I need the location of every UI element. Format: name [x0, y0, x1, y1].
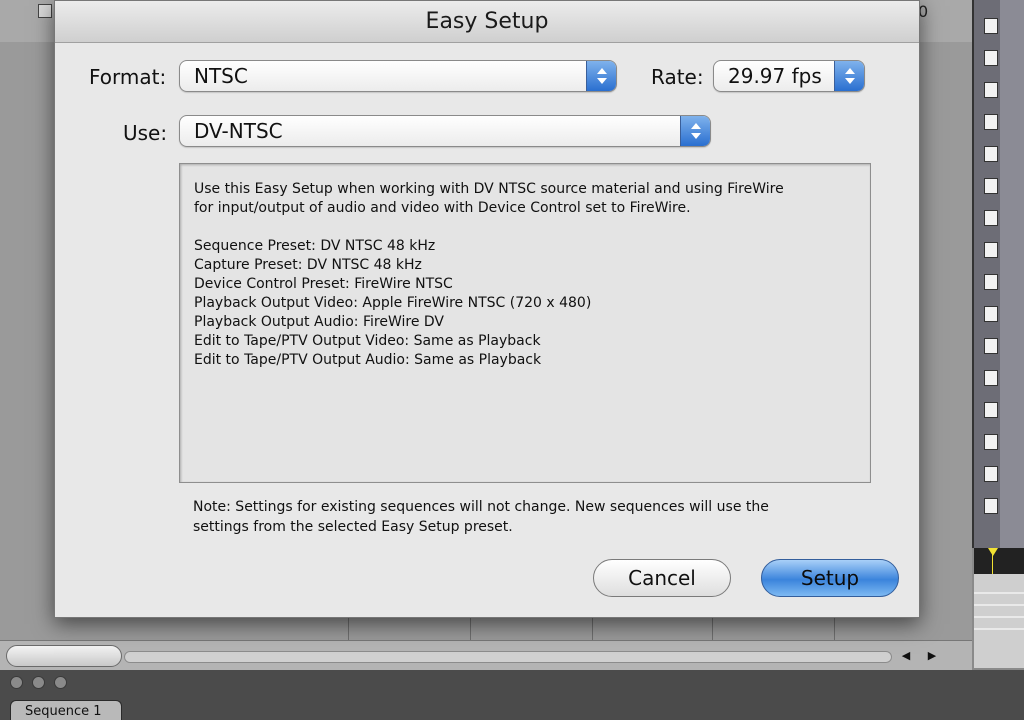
preset-line: Playback Output Audio: FireWire DV [194, 314, 444, 330]
use-value: DV-NTSC [194, 119, 283, 143]
use-popup[interactable]: DV-NTSC [179, 115, 711, 147]
playhead-icon[interactable] [988, 548, 998, 556]
easy-setup-dialog: Easy Setup Format: NTSC Rate: 29.97 fps … [54, 0, 920, 618]
film-perforation-icon [984, 114, 998, 130]
preset-line: Capture Preset: DV NTSC 48 kHz [194, 257, 422, 273]
use-label: Use: [123, 121, 168, 145]
playhead-ruler[interactable] [974, 548, 1024, 574]
close-window-icon[interactable] [10, 676, 23, 689]
zoom-window-icon[interactable] [54, 676, 67, 689]
format-value: NTSC [194, 64, 248, 88]
setup-button[interactable]: Setup [761, 559, 899, 597]
rate-popup[interactable]: 29.97 fps [713, 60, 865, 92]
format-popup[interactable]: NTSC [179, 60, 617, 92]
film-perforation-icon [984, 18, 998, 34]
description-line: Use this Easy Setup when working with DV… [194, 181, 784, 197]
preset-description-box: Use this Easy Setup when working with DV… [179, 163, 871, 483]
waveform-line [974, 592, 1024, 594]
film-perforation-icon [984, 178, 998, 194]
film-perforation-icon [984, 82, 998, 98]
waveform-line [974, 628, 1024, 630]
minimize-window-icon[interactable] [32, 676, 45, 689]
tab-sequence-1[interactable]: Sequence 1 [10, 700, 122, 720]
dialog-title: Easy Setup [425, 9, 549, 34]
bottom-panel: Sequence 1 [0, 670, 1024, 720]
cancel-button[interactable]: Cancel [593, 559, 731, 597]
film-perforation-icon [984, 434, 998, 450]
preset-line: Device Control Preset: FireWire NTSC [194, 276, 453, 292]
audio-meter-panel [974, 548, 1024, 668]
playhead-line [992, 554, 993, 574]
film-perforation-icon [984, 274, 998, 290]
dialog-titlebar[interactable]: Easy Setup [55, 1, 919, 43]
film-perforation-icon [984, 402, 998, 418]
settings-note: Note: Settings for existing sequences wi… [193, 497, 833, 537]
preset-line: Edit to Tape/PTV Output Video: Same as P… [194, 333, 541, 349]
waveform-line [974, 604, 1024, 606]
film-perforation-icon [984, 466, 998, 482]
rate-value: 29.97 fps [728, 64, 822, 88]
updown-arrows-icon[interactable] [680, 116, 710, 146]
film-perforation-icon [984, 50, 998, 66]
film-perforation-icon [984, 370, 998, 386]
description-line: for input/output of audio and video with… [194, 200, 691, 216]
dialog-body: Format: NTSC Rate: 29.97 fps Use: DV-NTS… [55, 43, 919, 617]
film-perforation-icon [984, 210, 998, 226]
film-perforation-icon [984, 242, 998, 258]
rate-label: Rate: [651, 65, 704, 89]
waveform-line [974, 616, 1024, 618]
filmstrip-edge [1000, 0, 1024, 548]
scroll-thumb[interactable] [6, 645, 122, 667]
preset-line: Sequence Preset: DV NTSC 48 kHz [194, 238, 436, 254]
format-label: Format: [89, 65, 167, 89]
film-perforation-icon [984, 338, 998, 354]
film-perforation-icon [984, 498, 998, 514]
timeline-scrollbar[interactable]: ◀ ▶ [0, 640, 972, 670]
note-line: Note: Settings for existing sequences wi… [193, 499, 769, 515]
film-perforation-icon [984, 146, 998, 162]
updown-arrows-icon[interactable] [834, 61, 864, 91]
preset-description-text: Use this Easy Setup when working with DV… [194, 180, 854, 370]
clip-icon[interactable] [38, 4, 52, 18]
scroll-track[interactable] [124, 651, 892, 663]
updown-arrows-icon[interactable] [586, 61, 616, 91]
preset-line: Playback Output Video: Apple FireWire NT… [194, 295, 592, 311]
note-line: settings from the selected Easy Setup pr… [193, 519, 513, 535]
film-perforation-icon [984, 306, 998, 322]
scroll-left-arrow-icon[interactable]: ◀ [896, 647, 916, 665]
scroll-right-arrow-icon[interactable]: ▶ [922, 647, 942, 665]
preset-line: Edit to Tape/PTV Output Audio: Same as P… [194, 352, 542, 368]
